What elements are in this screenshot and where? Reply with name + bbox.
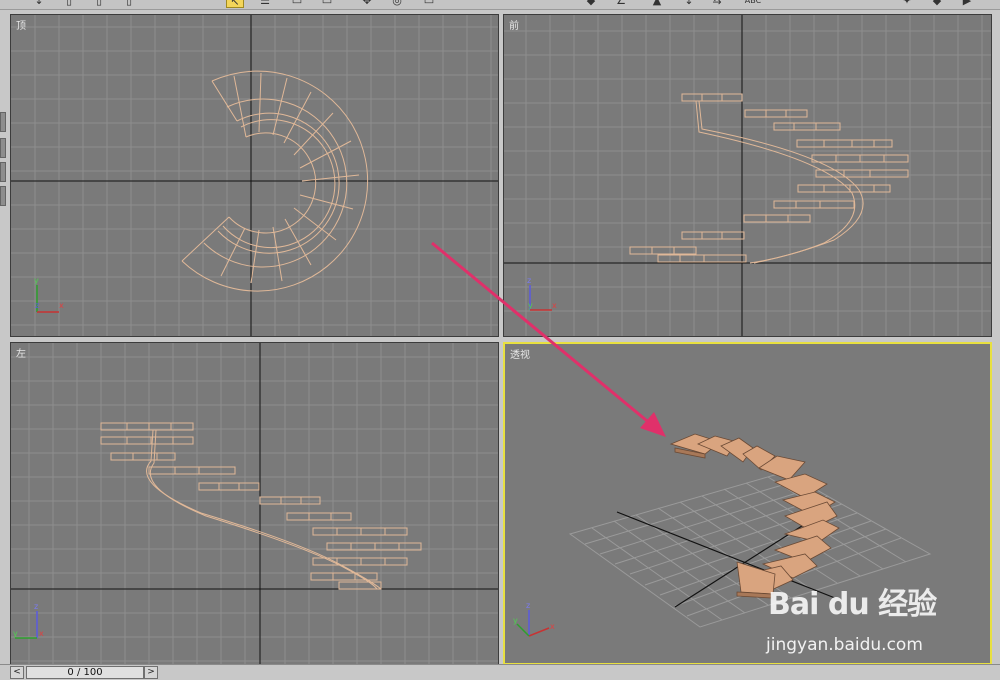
prev-frame-button[interactable]: < [10, 666, 24, 679]
annotation-arrow-head [640, 412, 666, 437]
time-slider-bar: < 0 / 100 > [0, 664, 1000, 680]
3ds-max-window: ↧ ▯ ▯ ▯ ↖ ☰ ▭ ▭ ✥ ◎ ▭ ◆ ∠ ▲ ↕ ⇆ ABC ✦ ◆ … [0, 0, 1000, 680]
time-slider[interactable]: 0 / 100 [26, 666, 144, 679]
watermark-url: jingyan.baidu.com [766, 635, 923, 655]
watermark-logo: Bai du 经验 [768, 587, 937, 622]
next-frame-button[interactable]: > [144, 666, 158, 679]
watermark: Bai du 经验 jingyan.baidu.com [760, 573, 960, 663]
annotation-arrow [431, 241, 653, 427]
